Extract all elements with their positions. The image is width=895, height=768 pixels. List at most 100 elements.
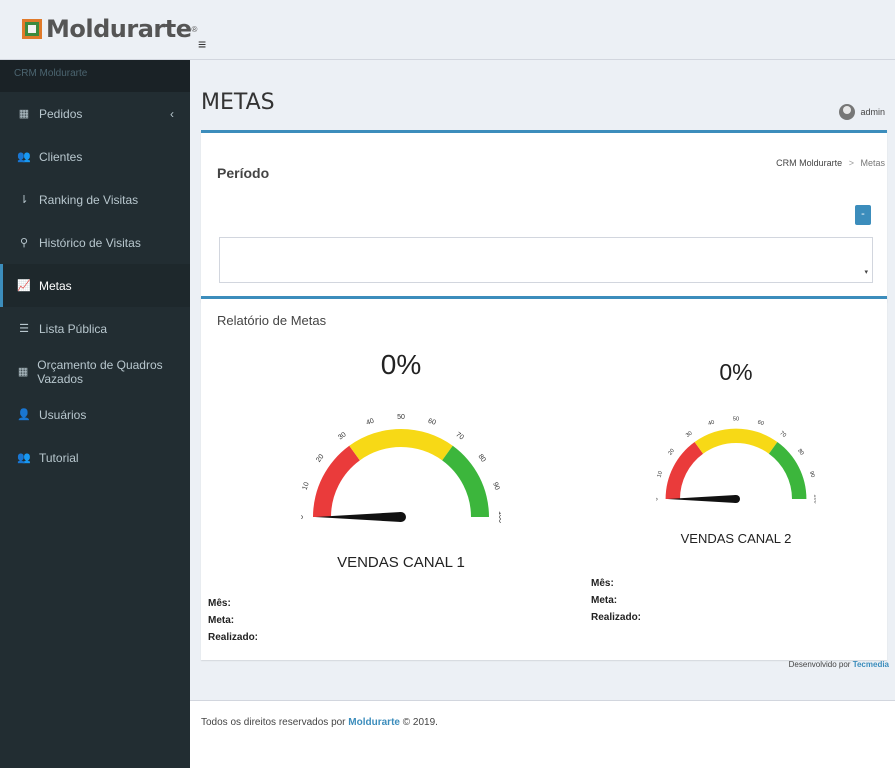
- periodo-box: Período - ▾: [201, 130, 887, 302]
- logo-text: Moldurarte: [46, 15, 192, 43]
- developer-credit: Desenvolvido por Tecmedia: [789, 660, 889, 669]
- users-icon: 👥: [17, 452, 31, 464]
- gauge-tick-label: 90: [808, 471, 816, 479]
- breadcrumb: CRM Moldurarte > Metas: [776, 158, 885, 168]
- gauge-percent: 0%: [380, 349, 422, 380]
- gauge-needle-hub: [732, 495, 740, 503]
- logo[interactable]: Moldurarte ®: [22, 14, 197, 44]
- breadcrumb-separator: >: [848, 158, 854, 168]
- sort-icon: ⇂: [19, 194, 29, 206]
- gauge-tick-label: 50: [733, 416, 739, 422]
- gauge-tick-label: 10: [302, 481, 311, 491]
- gauge-vendas-canal-1: 0% 0 10 20 30 40 50 60 70 80 90 100 VENDAS CANAL 1: [301, 349, 501, 579]
- main-content: METAS admin Período - ▾ CRM Moldurarte >…: [190, 60, 895, 768]
- gauge-tick-label: 20: [667, 448, 676, 457]
- gauge-tick-label: 0: [656, 497, 659, 500]
- stat-meta-label: Meta:: [591, 595, 618, 606]
- sidebar-item-label: Ranking de Visitas: [39, 192, 139, 207]
- hamburger-menu-icon[interactable]: ≡: [198, 36, 206, 52]
- footer-brand-link[interactable]: Moldurarte: [348, 717, 400, 728]
- map-marker-icon: ⚲: [19, 237, 29, 249]
- avatar: [839, 104, 856, 120]
- gauge-tick-label: 100: [497, 511, 501, 523]
- gauge-band: [694, 428, 778, 454]
- sidebar-item-label: Lista Pública: [39, 321, 108, 336]
- stat-meta-label: Meta:: [208, 615, 235, 626]
- gauge-tick-label: 0: [301, 515, 305, 519]
- gauge-dial: 0 10 20 30 40 50 60 70 80 90 100: [656, 416, 816, 503]
- page-title: METAS: [201, 90, 275, 115]
- sidebar-header: CRM Moldurarte: [0, 60, 190, 92]
- chevron-down-icon: ▾: [864, 269, 868, 276]
- user-name: admin: [860, 107, 885, 117]
- gauge-needle-hub: [396, 512, 406, 522]
- sidebar-item-label: Metas: [39, 278, 72, 293]
- th-icon: ▦: [17, 366, 29, 378]
- logo-icon: [22, 19, 42, 39]
- sidebar-item-pedidos[interactable]: ▦ Pedidos ‹: [0, 92, 190, 135]
- sidebar-item-tutorial[interactable]: 👥 Tutorial: [0, 436, 190, 479]
- stat-realizado-label: Realizado:: [591, 612, 642, 623]
- stats-canal-1: Mês: Meta: Realizado:: [208, 595, 258, 646]
- footer-prefix: Todos os direitos reservados por: [201, 717, 349, 728]
- sidebar-item-label: Orçamento de Quadros Vazados: [37, 357, 163, 386]
- gauge-tick-label: 30: [685, 430, 694, 439]
- top-bar: Moldurarte ® ≡: [0, 0, 895, 60]
- users-icon: 👥: [17, 151, 31, 163]
- gauge-label: VENDAS CANAL 1: [337, 554, 465, 571]
- gauge-tick-label: 60: [427, 418, 437, 427]
- metas-report-title: Relatório de Metas: [217, 313, 327, 328]
- sidebar-item-metas[interactable]: 📈 Metas: [0, 264, 190, 307]
- list-icon: ☰: [19, 323, 29, 335]
- stats-canal-2: Mês: Meta: Realizado:: [591, 575, 641, 626]
- sidebar-item-label: Usuários: [39, 407, 87, 422]
- sidebar-item-label: Pedidos: [39, 106, 83, 121]
- gauge-dial: 0 10 20 30 40 50 60 70 80 90 100: [301, 414, 501, 523]
- gauge-label: VENDAS CANAL 2: [680, 531, 792, 546]
- sidebar-item-ranking-de-visitas[interactable]: ⇂ Ranking de Visitas: [0, 178, 190, 221]
- gauge-tick-label: 50: [397, 414, 405, 421]
- sidebar-item-historico-de-visitas[interactable]: ⚲ Histórico de Visitas: [0, 221, 190, 264]
- sidebar-item-label: Histórico de Visitas: [39, 235, 141, 250]
- gauge-band: [349, 429, 453, 461]
- gauge-tick-label: 80: [477, 453, 487, 464]
- developer-credit-text: Desenvolvido por: [788, 660, 853, 669]
- footer-suffix: © 2019.: [399, 717, 438, 728]
- sidebar-item-label: Tutorial: [39, 450, 79, 465]
- gauge-tick-label: 100: [813, 494, 816, 503]
- sidebar-item-clientes[interactable]: 👥 Clientes: [0, 135, 190, 178]
- periodo-title: Período: [217, 165, 270, 181]
- stat-realizado-label: Realizado:: [208, 632, 259, 643]
- logo-registered-mark: ®: [191, 24, 198, 34]
- breadcrumb-root[interactable]: CRM Moldurarte: [776, 158, 842, 168]
- user-menu[interactable]: admin: [839, 104, 885, 120]
- gauge-tick-label: 60: [757, 420, 765, 428]
- breadcrumb-current: Metas: [860, 158, 885, 168]
- sidebar-item-orcamento-de-quadros-vazados[interactable]: ▦ Orçamento de Quadros Vazados: [0, 350, 190, 393]
- stat-mes-label: Mês:: [208, 598, 231, 609]
- gauge-tick-label: 90: [491, 481, 500, 491]
- gauge-tick-label: 80: [796, 448, 805, 457]
- gauge-tick-label: 70: [778, 430, 787, 439]
- gauge-vendas-canal-2: 0% 0 10 20 30 40 50 60 70 80 90 100 VENDAS CANAL 2: [656, 359, 816, 559]
- collapse-button[interactable]: -: [855, 205, 871, 225]
- period-select[interactable]: ▾: [219, 237, 873, 283]
- line-chart-icon: 📈: [17, 280, 31, 292]
- footer: Todos os direitos reservados por Moldura…: [190, 700, 895, 768]
- gauge-tick-label: 70: [454, 431, 465, 441]
- gauge-tick-label: 30: [337, 431, 348, 441]
- metas-report-box: Relatório de Metas 0% 0 10 20 30 40 50 60 70 80 9…: [201, 296, 887, 660]
- sidebar: CRM Moldurarte ▦ Pedidos ‹ 👥 Clientes ⇂ …: [0, 60, 190, 768]
- stat-mes-label: Mês:: [591, 578, 614, 589]
- gauge-tick-label: 10: [657, 471, 665, 479]
- th-icon: ▦: [18, 108, 30, 120]
- developer-link[interactable]: Tecmedia: [853, 660, 889, 669]
- footer-text: Todos os direitos reservados por Moldura…: [201, 717, 438, 728]
- sidebar-item-usuarios[interactable]: 👤 Usuários: [0, 393, 190, 436]
- gauge-tick-label: 40: [708, 420, 716, 428]
- gauge-tick-label: 20: [315, 453, 325, 464]
- sidebar-item-lista-publica[interactable]: ☰ Lista Pública: [0, 307, 190, 350]
- gauge-percent: 0%: [719, 359, 753, 385]
- chevron-left-icon[interactable]: ‹: [170, 107, 174, 121]
- gauge-tick-label: 40: [365, 418, 375, 427]
